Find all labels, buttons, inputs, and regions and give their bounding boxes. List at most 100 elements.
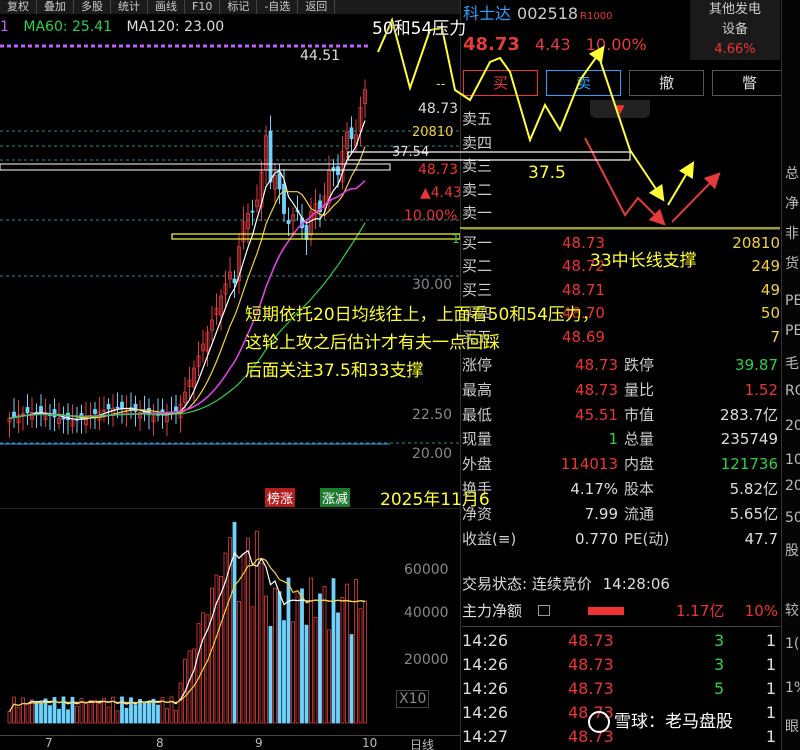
stat-value: 121736	[720, 455, 778, 474]
ask-row[interactable]: 卖四	[462, 131, 782, 155]
order-level-label: 卖三	[462, 157, 493, 175]
high-price-label: 44.51	[300, 48, 341, 64]
watermark-text: 雪球：老马盘股	[614, 712, 733, 732]
stat-cell: 涨停 48.73	[462, 353, 618, 377]
far-right-label: 1(	[785, 636, 800, 652]
month-7: 7	[45, 736, 53, 750]
sector-box[interactable]: 其他发电 设备 4.66%	[690, 0, 780, 60]
volume-scale[interactable]: X10	[396, 690, 430, 708]
bid-row[interactable]: 买三 48.71 49	[462, 278, 782, 302]
volume-bar	[106, 706, 111, 724]
volume-bar	[88, 700, 93, 724]
stat-value: 1.52	[744, 380, 778, 399]
ask-row[interactable]: 卖一	[462, 201, 782, 225]
toolbar-draw[interactable]: 画线	[148, 0, 185, 14]
buy-button[interactable]: 买	[463, 70, 538, 96]
bid-row[interactable]: 买五 48.69 7	[462, 325, 782, 349]
stat-cell: 量比 1.52	[624, 378, 778, 402]
limit-up-flag: 榜涨	[265, 488, 296, 507]
ask-row[interactable]: 卖二	[462, 178, 782, 202]
stat-value: 39.87	[735, 356, 778, 374]
annotation-line1: 短期依托20日均线往上，上面看50和54压力，	[245, 305, 599, 325]
stat-value: 48.73	[575, 380, 618, 399]
candle-body	[12, 411, 16, 417]
volume-bar	[237, 601, 241, 724]
stat-key: 现量	[462, 430, 493, 449]
order-volume: 50	[760, 304, 780, 322]
sell-button[interactable]: 卖	[546, 70, 621, 96]
volume-bar	[7, 710, 12, 724]
ask-row[interactable]: 卖五	[462, 107, 782, 131]
stat-value: 4.17%	[570, 480, 618, 498]
stock-quote: 48.73 4.43 10.00%	[463, 34, 647, 55]
toolbar-mark[interactable]: 标记	[220, 0, 258, 14]
volume-bar	[66, 709, 70, 724]
annotation-line3: 后面关注37.5和33支撑	[245, 361, 424, 381]
volume-bar	[93, 699, 97, 724]
order-volume: 249	[751, 257, 780, 275]
price-change: 4.43	[535, 35, 571, 54]
candlestick-chart[interactable]	[0, 36, 460, 506]
list-icon[interactable]	[538, 605, 550, 616]
stat-key: 收益(≡)	[462, 529, 517, 548]
volume-bar	[156, 704, 160, 724]
month-8: 8	[156, 736, 164, 750]
change-label: ▲4.43	[420, 185, 462, 201]
snowball-logo-icon	[588, 711, 610, 733]
sector-name1: 其他发电	[708, 2, 761, 17]
volume-bar	[147, 701, 151, 724]
toolbar-fuquan[interactable]: 复权	[0, 0, 37, 14]
tick-volume: 5	[714, 679, 725, 698]
ticks-divider	[462, 626, 780, 627]
main-flow-bar	[588, 607, 624, 615]
ask-row[interactable]: 卖三	[462, 154, 782, 178]
candle-body	[250, 210, 255, 213]
toolbar-multi[interactable]: 多股	[74, 0, 111, 14]
annotation-pressure: 50和54压力	[372, 19, 467, 39]
stat-key: 量比	[624, 380, 655, 399]
far-right-column: 总净非货 PE PE 毛 RO 20 10 20 50 股较 1(1% 眼	[781, 0, 800, 750]
candle-body	[282, 183, 286, 214]
volume-bar	[165, 708, 169, 724]
level-label: 37.54	[392, 145, 430, 160]
stat-cell: 最高 48.73	[462, 378, 618, 402]
candle-body	[232, 278, 237, 284]
tick-count: 1	[765, 655, 776, 674]
volume-chart[interactable]	[0, 508, 460, 735]
candle-body	[336, 166, 340, 176]
tick-row: 14:26 48.73 3 1	[462, 653, 780, 677]
volume-bar	[300, 588, 304, 724]
stat-value: 235749	[720, 430, 778, 449]
order-level-label: 买二	[462, 257, 493, 275]
ma-legend: 1 MA60: 25.41 MA120: 23.00	[0, 18, 234, 36]
volume-bar	[39, 702, 43, 724]
trade-buttons: 买 卖 撤 瞥	[463, 70, 787, 96]
candle-body	[120, 401, 124, 409]
toolbar-f10[interactable]: F10	[185, 0, 221, 14]
toolbar-back[interactable]: 返回	[298, 0, 336, 14]
far-right-label: 净	[785, 196, 799, 212]
far-right-label: 眼	[785, 719, 799, 735]
alert-button[interactable]: 瞥	[712, 70, 787, 96]
dash-label: --	[436, 77, 446, 92]
toolbar-stats[interactable]: 统计	[111, 0, 148, 14]
tick-time: 14:26	[462, 631, 509, 650]
toolbar-watchlist[interactable]: -自选	[257, 0, 299, 14]
pct-label: 10.00%	[404, 208, 458, 224]
tick-count: 1	[765, 703, 776, 722]
volume-bar	[178, 682, 183, 724]
stat-key: PE(动)	[624, 529, 670, 548]
volume-bar	[309, 577, 313, 724]
trade-status-label: 交易状态: 连续竞价	[462, 575, 592, 593]
ma60-value: MA60: 25.41	[23, 19, 113, 35]
toolbar-overlay[interactable]: 叠加	[37, 0, 74, 14]
stat-cell: 现量 1	[462, 427, 618, 451]
sector-change: 4.66%	[714, 42, 756, 57]
volume-bar	[48, 705, 52, 724]
stat-value: 283.7亿	[720, 405, 778, 424]
candle-body	[106, 404, 111, 410]
volume-bar	[250, 606, 255, 724]
period-label[interactable]: 日线	[410, 736, 434, 750]
volume-bar	[133, 704, 138, 724]
cancel-button[interactable]: 撤	[629, 70, 704, 96]
